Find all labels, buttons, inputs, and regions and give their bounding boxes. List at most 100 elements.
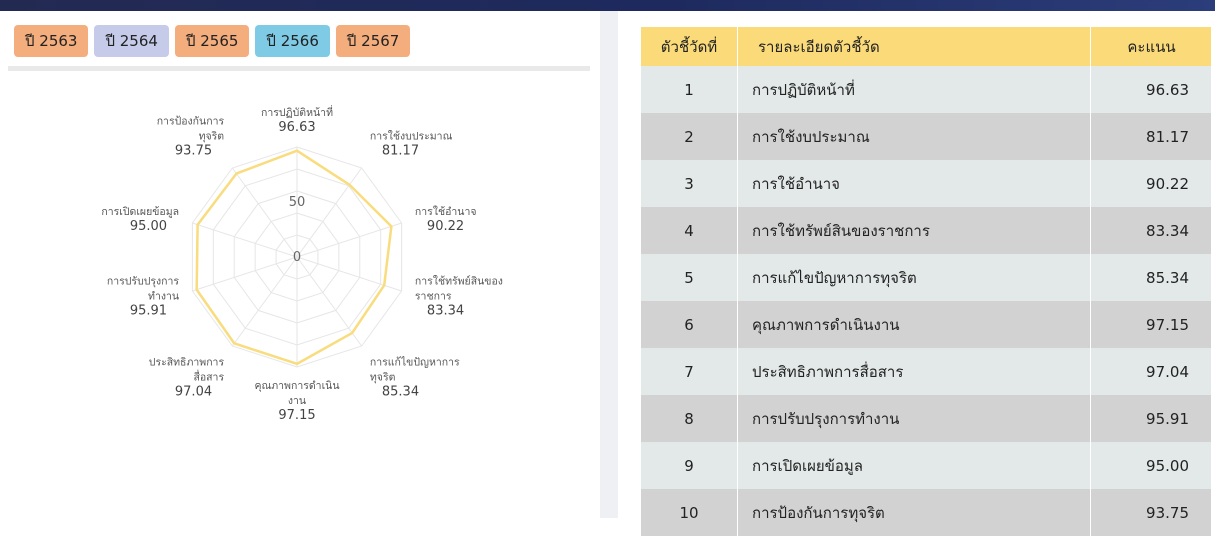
- row-score: 81.17: [1090, 113, 1212, 160]
- tab-year-2565[interactable]: ปี 2565: [174, 25, 250, 57]
- row-no: 6: [641, 301, 738, 348]
- header-indicator-desc: รายละเอียดตัวชี้วัด: [737, 27, 1091, 66]
- top-header-bar: [0, 0, 1215, 11]
- panel-divider: [600, 11, 618, 518]
- radar-category-label: ทุจริต: [199, 131, 225, 143]
- radar-spoke: [296, 167, 363, 258]
- radar-value-label: 83.34: [427, 303, 464, 318]
- radar-category-label: การใช้อำนาจ: [415, 205, 477, 218]
- row-score: 83.34: [1090, 207, 1212, 254]
- radar-category-label: สื่อสาร: [193, 369, 224, 383]
- tab-year-2564[interactable]: ปี 2564: [94, 25, 169, 57]
- radar-value-label: 96.63: [278, 120, 315, 135]
- radar-category-label: งาน: [288, 395, 306, 407]
- row-desc: คุณภาพการดำเนินงาน: [737, 301, 1091, 348]
- row-score: 95.00: [1090, 442, 1212, 489]
- table-panel: ตัวชี้วัดที่ รายละเอียดตัวชี้วัด คะแนน 1…: [618, 11, 1215, 536]
- radar-category-label: คุณภาพการดำเนิน: [254, 380, 339, 392]
- radar-category-label: การใช้ทรัพย์สินของ: [415, 274, 503, 287]
- row-score: 97.04: [1090, 348, 1212, 395]
- radar-axis-label: การปฏิบัติหน้าที่ 96.63: [261, 105, 333, 135]
- header-indicator-no: ตัวชี้วัดที่: [641, 27, 738, 66]
- row-no: 1: [641, 66, 738, 113]
- table-row: 1 การปฏิบัติหน้าที่ 96.63: [641, 66, 1212, 113]
- row-desc: การแก้ไขปัญหาการทุจริต: [737, 254, 1091, 301]
- table-row: 5 การแก้ไขปัญหาการทุจริต 85.34: [641, 254, 1212, 301]
- radar-category-label: ทุจริต: [370, 371, 396, 383]
- row-desc: การใช้อำนาจ: [737, 160, 1091, 207]
- row-desc: การใช้ทรัพย์สินของราชการ: [737, 207, 1091, 254]
- radar-tick-label: 0: [293, 250, 301, 265]
- radar-spoke: [192, 222, 298, 258]
- score-table: ตัวชี้วัดที่ รายละเอียดตัวชี้วัด คะแนน 1…: [641, 27, 1212, 536]
- radar-tick-label: 50: [289, 195, 306, 210]
- radar-category-label: การปรับปรุงการ: [107, 275, 180, 287]
- radar-spoke: [231, 167, 298, 258]
- tab-year-2567[interactable]: ปี 2567: [335, 25, 411, 57]
- header-score: คะแนน: [1090, 27, 1212, 66]
- row-desc: การปฏิบัติหน้าที่: [737, 66, 1091, 113]
- radar-axis-label: การใช้ทรัพย์สินของราชการ 83.34: [415, 274, 503, 318]
- radar-value-label: 93.75: [175, 144, 212, 159]
- row-desc: การใช้งบประมาณ: [737, 113, 1091, 160]
- radar-axis-label: คุณภาพการดำเนินงาน 97.15: [254, 380, 339, 423]
- radar-category-label: การป้องกันการ: [157, 116, 225, 128]
- radar-value-label: 97.04: [175, 384, 212, 399]
- table-row: 4 การใช้ทรัพย์สินของราชการ 83.34: [641, 207, 1212, 254]
- radar-category-label: การปฏิบัติหน้าที่: [261, 105, 333, 119]
- row-score: 93.75: [1090, 489, 1212, 536]
- table-header-row: ตัวชี้วัดที่ รายละเอียดตัวชี้วัด คะแนน: [641, 27, 1212, 66]
- row-no: 5: [641, 254, 738, 301]
- tab-year-2566[interactable]: ปี 2566: [255, 25, 330, 57]
- radar-category-label: ทำงาน: [148, 290, 179, 302]
- radar-axis-label: การป้องกันการทุจริต 93.75: [157, 116, 225, 159]
- radar-category-label: ประสิทธิภาพการ: [149, 356, 225, 368]
- row-desc: การป้องกันการทุจริต: [737, 489, 1091, 536]
- row-no: 7: [641, 348, 738, 395]
- tab-year-2563[interactable]: ปี 2563: [14, 25, 89, 57]
- row-desc: การเปิดเผยข้อมูล: [737, 442, 1091, 489]
- year-tabs: ปี 2563 ปี 2564 ปี 2565 ปี 2566 ปี 2567: [14, 25, 411, 57]
- radar-value-label: 90.22: [427, 219, 464, 234]
- radar-category-label: ราชการ: [415, 290, 452, 302]
- radar-value-label: 97.15: [278, 408, 315, 423]
- table-row: 10 การป้องกันการทุจริต 93.75: [641, 489, 1212, 536]
- table-row: 9 การเปิดเผยข้อมูล 95.00: [641, 442, 1212, 489]
- table-row: 6 คุณภาพการดำเนินงาน 97.15: [641, 301, 1212, 348]
- row-score: 96.63: [1090, 66, 1212, 113]
- radar-spoke: [231, 256, 298, 347]
- chart-panel: ปี 2563 ปี 2564 ปี 2565 ปี 2566 ปี 2567 …: [0, 11, 600, 518]
- radar-value-label: 95.00: [130, 219, 167, 234]
- table-row: 2 การใช้งบประมาณ 81.17: [641, 113, 1212, 160]
- radar-value-label: 95.91: [130, 303, 167, 318]
- row-desc: ประสิทธิภาพการสื่อสาร: [737, 348, 1091, 395]
- row-score: 95.91: [1090, 395, 1212, 442]
- row-no: 4: [641, 207, 738, 254]
- row-score: 97.15: [1090, 301, 1212, 348]
- radar-chart: 0 50 การปฏิบัติหน้าที่ 96.63 การใช้งบประมาณ…: [101, 105, 503, 423]
- row-score: 90.22: [1090, 160, 1212, 207]
- radar-axis-label: การเปิดเผยข้อมูล 95.00: [101, 206, 179, 234]
- radar-axis-label: ประสิทธิภาพการสื่อสาร 97.04: [149, 356, 225, 399]
- row-no: 2: [641, 113, 738, 160]
- table-row: 3 การใช้อำนาจ 90.22: [641, 160, 1212, 207]
- radar-value-label: 85.34: [382, 384, 419, 399]
- row-no: 10: [641, 489, 738, 536]
- row-score: 85.34: [1090, 254, 1212, 301]
- radar-axis-label: การแก้ไขปัญหาการทุจริต 85.34: [370, 355, 460, 399]
- radar-spoke: [296, 222, 402, 258]
- row-no: 9: [641, 442, 738, 489]
- radar-spoke: [192, 256, 298, 292]
- radar-axis-label: การปรับปรุงการทำงาน 95.91: [107, 275, 180, 318]
- row-no: 3: [641, 160, 738, 207]
- radar-value-label: 81.17: [382, 144, 419, 159]
- table-row: 7 ประสิทธิภาพการสื่อสาร 97.04: [641, 348, 1212, 395]
- radar-axis-label: การใช้งบประมาณ 81.17: [370, 130, 453, 159]
- radar-category-label: การใช้งบประมาณ: [370, 130, 453, 143]
- radar-category-label: การเปิดเผยข้อมูล: [101, 206, 179, 218]
- row-no: 8: [641, 395, 738, 442]
- radar-axis-label: การใช้อำนาจ 90.22: [415, 205, 477, 234]
- row-desc: การปรับปรุงการทำงาน: [737, 395, 1091, 442]
- table-row: 8 การปรับปรุงการทำงาน 95.91: [641, 395, 1212, 442]
- radar-category-label: การแก้ไขปัญหาการ: [370, 355, 460, 368]
